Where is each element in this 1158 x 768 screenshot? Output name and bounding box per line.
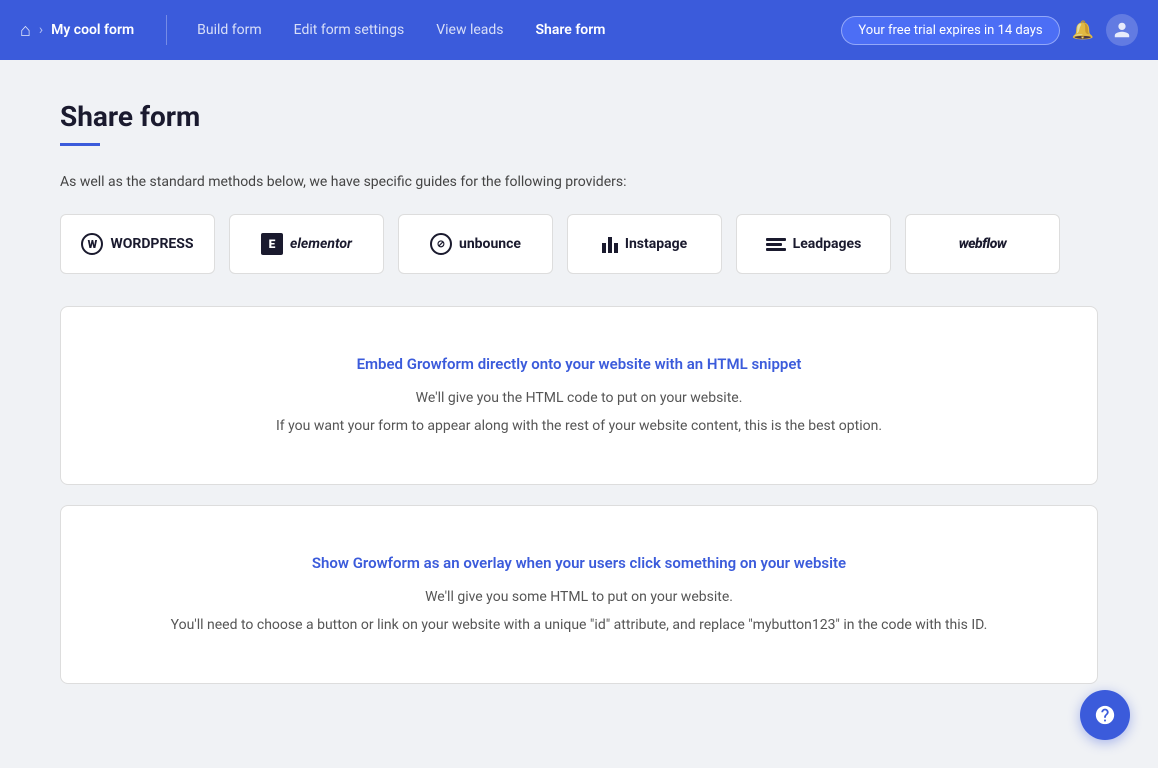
trial-badge[interactable]: Your free trial expires in 14 days xyxy=(841,16,1059,45)
wordpress-icon: W xyxy=(81,233,103,255)
user-avatar[interactable] xyxy=(1106,14,1138,46)
help-button[interactable] xyxy=(1080,690,1130,740)
nav-links: Build form Edit form settings View leads… xyxy=(183,16,833,44)
provider-elementor[interactable]: E elementor xyxy=(229,214,384,274)
option-embed-desc-2: If you want your form to appear along wi… xyxy=(101,415,1057,437)
breadcrumb-chevron: › xyxy=(39,22,43,38)
provider-webflow[interactable]: webflow xyxy=(905,214,1060,274)
elementor-icon: E xyxy=(261,233,283,255)
instapage-icon xyxy=(602,235,618,253)
option-card-overlay: Show Growform as an overlay when your us… xyxy=(60,505,1098,684)
option-overlay-desc-2: You'll need to choose a button or link o… xyxy=(101,614,1057,636)
wordpress-label: WORDPRESS xyxy=(110,236,193,252)
nav-build-form[interactable]: Build form xyxy=(183,16,276,44)
home-icon[interactable]: ⌂ xyxy=(20,20,31,41)
instapage-label: Instapage xyxy=(625,236,687,252)
subtitle-text: As well as the standard methods below, w… xyxy=(60,174,1098,190)
option-embed-title[interactable]: Embed Growform directly onto your websit… xyxy=(101,355,1057,373)
leadpages-icon xyxy=(766,238,786,251)
main-content: Share form As well as the standard metho… xyxy=(0,60,1158,744)
nav-divider xyxy=(166,15,167,45)
provider-unbounce[interactable]: ⊘ unbounce xyxy=(398,214,553,274)
nav-edit-form-settings[interactable]: Edit form settings xyxy=(280,16,419,44)
unbounce-icon: ⊘ xyxy=(430,233,452,255)
page-title: Share form xyxy=(60,100,1098,133)
navbar: ⌂ › My cool form Build form Edit form se… xyxy=(0,0,1158,60)
provider-grid: W WORDPRESS E elementor ⊘ unbounce xyxy=(60,214,1098,274)
breadcrumb-label: My cool form xyxy=(51,22,134,38)
elementor-label: elementor xyxy=(290,236,352,252)
notifications-icon[interactable]: 🔔 xyxy=(1072,20,1094,41)
leadpages-label: Leadpages xyxy=(793,236,862,252)
webflow-label: webflow xyxy=(959,236,1007,252)
option-card-embed: Embed Growform directly onto your websit… xyxy=(60,306,1098,485)
provider-wordpress[interactable]: W WORDPRESS xyxy=(60,214,215,274)
option-overlay-title[interactable]: Show Growform as an overlay when your us… xyxy=(101,554,1057,572)
option-embed-desc-1: We'll give you the HTML code to put on y… xyxy=(101,387,1057,409)
provider-instapage[interactable]: Instapage xyxy=(567,214,722,274)
nav-share-form[interactable]: Share form xyxy=(522,16,620,44)
unbounce-label: unbounce xyxy=(459,236,521,252)
nav-view-leads[interactable]: View leads xyxy=(422,16,517,44)
provider-leadpages[interactable]: Leadpages xyxy=(736,214,891,274)
title-underline xyxy=(60,143,100,146)
nav-right: Your free trial expires in 14 days 🔔 xyxy=(841,14,1138,46)
option-overlay-desc-1: We'll give you some HTML to put on your … xyxy=(101,586,1057,608)
